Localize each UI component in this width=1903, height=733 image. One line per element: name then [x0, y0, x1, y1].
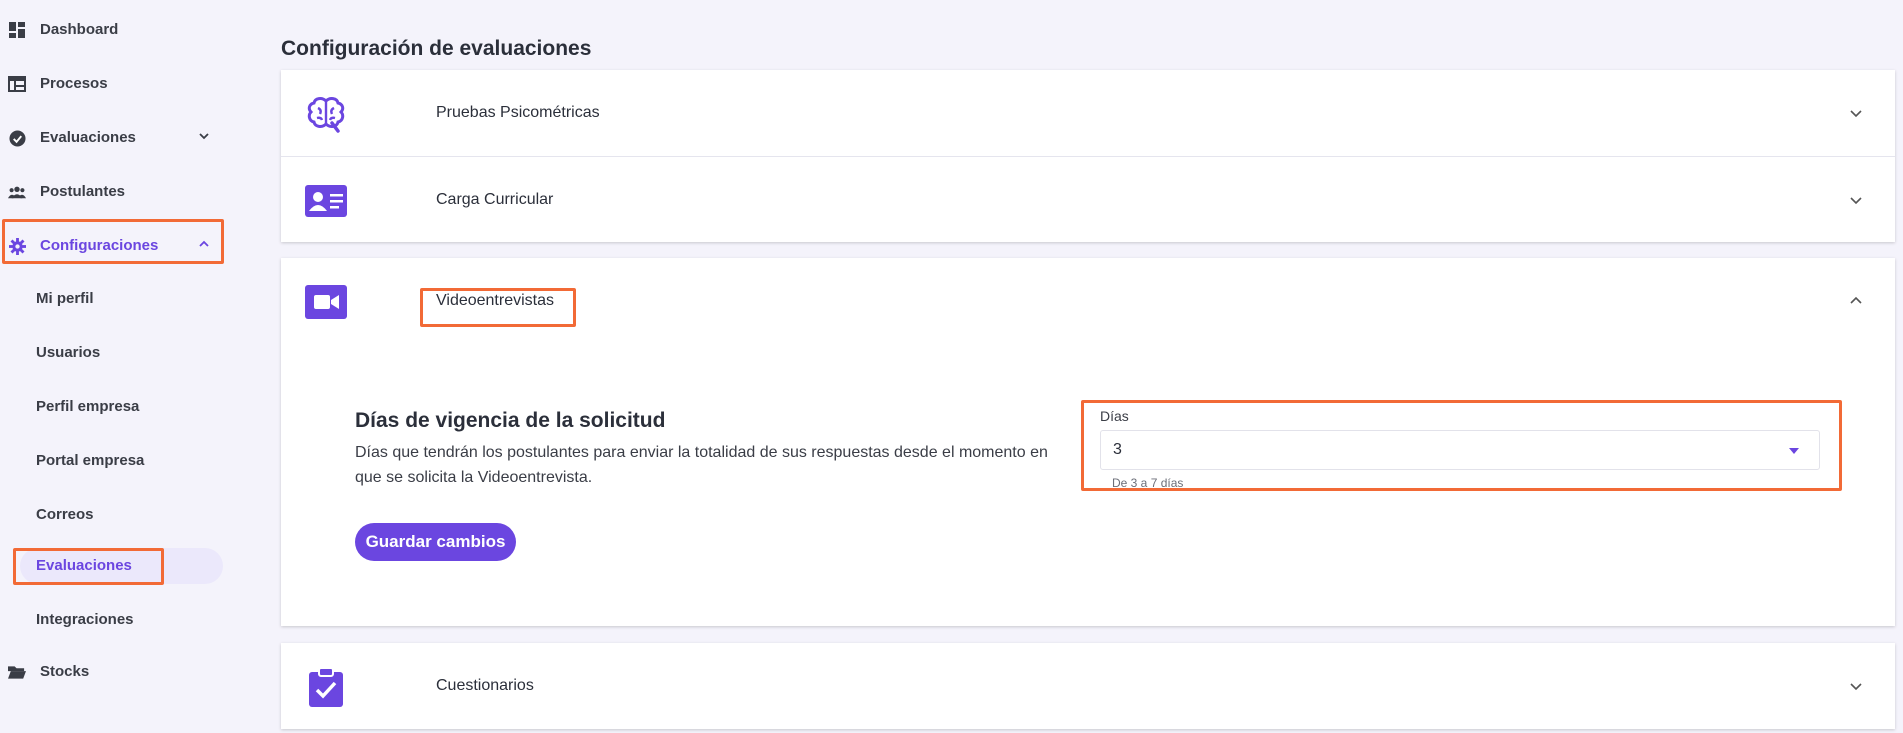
sidebar-item-label: Evaluaciones	[40, 129, 136, 146]
chevron-down-icon[interactable]	[1848, 192, 1864, 208]
sidebar-subitem-perfil-empresa[interactable]: Perfil empresa	[36, 398, 139, 418]
dias-select-value: 3	[1113, 441, 1122, 458]
chevron-down-icon[interactable]	[1848, 105, 1864, 121]
chevron-down-icon[interactable]	[1848, 678, 1864, 694]
dias-field-label: Días	[1100, 408, 1129, 424]
section-description: Días que tendrán los postulantes para en…	[355, 444, 1048, 486]
sidebar-item-evaluaciones[interactable]: Evaluaciones	[0, 120, 222, 156]
sidebar-item-label: Stocks	[40, 663, 90, 680]
panel-title: Videoentrevistas	[436, 292, 554, 309]
sidebar-subitem-integraciones[interactable]: Integraciones	[36, 611, 134, 631]
video-camera-icon	[305, 284, 347, 320]
caret-down-icon	[1789, 448, 1799, 454]
sidebar-item-procesos[interactable]: Procesos	[0, 66, 210, 102]
sidebar-item-label: Configuraciones	[40, 237, 159, 254]
panel-cuestionarios-header[interactable]: Cuestionarios	[281, 643, 1895, 729]
panel-cuestionarios[interactable]: Cuestionarios	[281, 643, 1895, 729]
table-icon	[8, 75, 26, 93]
panel-title: Carga Curricular	[436, 191, 554, 208]
save-changes-button[interactable]: Guardar cambios	[355, 523, 516, 561]
sidebar-subitem-usuarios[interactable]: Usuarios	[36, 344, 100, 364]
sidebar-item-stocks[interactable]: Stocks	[0, 654, 210, 690]
sidebar: Dashboard Procesos Evaluaciones Postulan…	[0, 0, 230, 733]
sidebar-subitem-mi-perfil[interactable]: Mi perfil	[36, 290, 94, 310]
sidebar-item-label: Procesos	[40, 75, 108, 92]
dias-helper-text: De 3 a 7 días	[1112, 476, 1184, 490]
panel-videoentrevistas-header[interactable]: Videoentrevistas	[281, 258, 1895, 344]
sidebar-item-configuraciones[interactable]: Configuraciones	[0, 228, 222, 264]
panel-carga-curricular[interactable]: Carga Curricular	[281, 157, 1895, 243]
brain-icon	[305, 96, 347, 133]
check-circle-icon	[8, 129, 26, 147]
dias-select[interactable]: 3	[1100, 430, 1820, 470]
sidebar-subitem-correos[interactable]: Correos	[36, 506, 94, 526]
panel-pruebas-psicometricas[interactable]: Pruebas Psicométricas	[281, 70, 1895, 156]
people-icon	[8, 183, 26, 201]
id-card-icon	[305, 183, 347, 219]
sidebar-item-postulantes[interactable]: Postulantes	[0, 174, 210, 210]
sidebar-item-label: Postulantes	[40, 183, 126, 200]
chevron-up-icon	[199, 240, 209, 247]
sidebar-item-dashboard[interactable]: Dashboard	[0, 12, 210, 48]
panel-title: Pruebas Psicométricas	[436, 104, 600, 121]
sidebar-subitem-portal-empresa[interactable]: Portal empresa	[36, 452, 144, 472]
section-heading: Días de vigencia de la solicitud	[355, 409, 666, 432]
dashboard-icon	[8, 21, 26, 39]
clipboard-check-icon	[305, 667, 347, 707]
panel-title: Cuestionarios	[436, 677, 534, 694]
gear-icon	[8, 237, 26, 255]
folder-icon	[8, 663, 26, 681]
panel-videoentrevistas: Videoentrevistas Días de vigencia de la …	[281, 258, 1895, 626]
evaluation-accordion-group: Pruebas Psicométricas Carga Curricular	[281, 70, 1895, 242]
chevron-up-icon[interactable]	[1848, 293, 1864, 309]
sidebar-subitem-evaluaciones[interactable]: Evaluaciones	[36, 557, 132, 577]
page-title: Configuración de evaluaciones	[281, 37, 592, 60]
chevron-down-icon	[199, 133, 209, 140]
sidebar-item-label: Dashboard	[40, 21, 119, 38]
